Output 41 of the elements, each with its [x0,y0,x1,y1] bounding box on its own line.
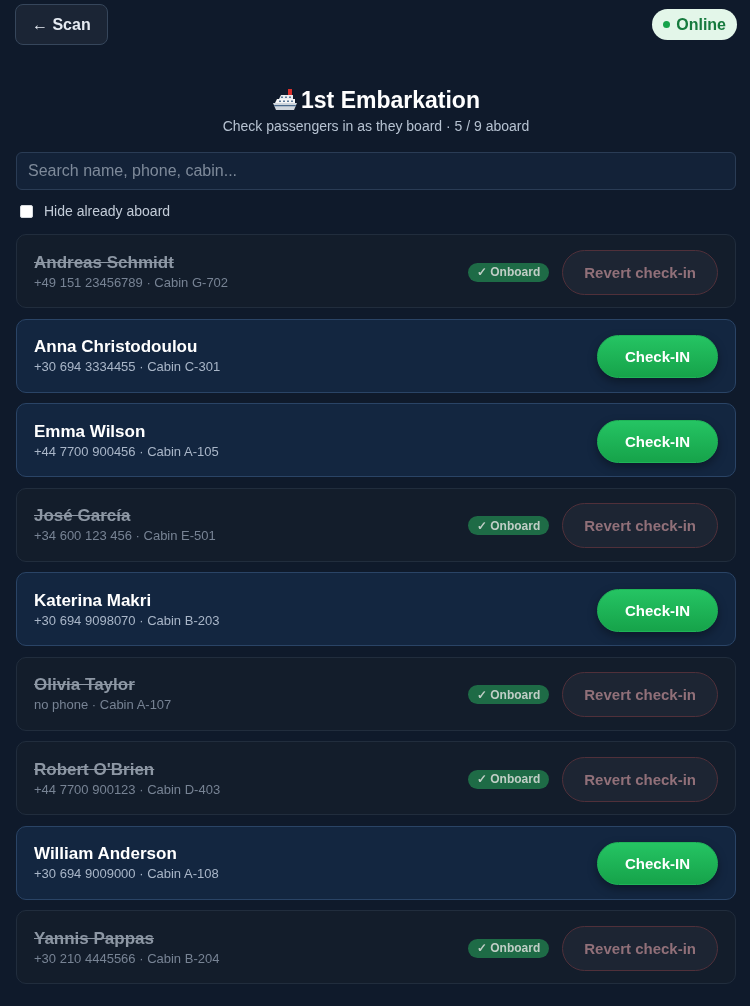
revert-check-in-button[interactable]: Revert check-in [562,925,718,971]
onboard-badge: ✓ Onboard [467,262,550,282]
passenger-name: Andreas Schmidt [34,252,175,273]
onboard-badge: ✓ Onboard [467,516,550,535]
revert-check-in-button[interactable]: Revert check-in [562,503,718,548]
check-in-button[interactable]: Check-IN [596,419,718,463]
passenger-name: Emma Wilson [34,421,147,442]
passenger-name: Yannis Pappas [34,928,155,949]
passenger-details: +34 600 123 456 · Cabin E-501 [34,527,216,545]
passenger-details: +30 694 9009000 · Cabin A-108 [34,865,219,883]
passenger-details: +30 694 3334455 · Cabin C-301 [34,358,221,376]
passenger-name: José García [34,506,132,526]
page-subtitle: Check passengers in as they board · 5 / 9 aboard [221,117,531,135]
passenger-details: +44 7700 900123 · Cabin D-403 [34,780,221,799]
passenger-details: +30 694 9098070 · Cabin B-203 [34,611,220,630]
passenger-details: +30 210 4445566 · Cabin B-204 [34,949,220,968]
check-in-button[interactable]: Check-IN [596,588,718,632]
checkbox-label[interactable]: Hide already aboard [44,203,171,219]
passenger-details: +44 7700 900456 · Cabin A-105 [34,442,219,461]
status-dot-icon [663,21,671,28]
passenger-name: Olivia Taylor [34,675,136,695]
back-button[interactable]: ← Scan [15,4,108,45]
hide-aboard-checkbox[interactable] [20,204,33,218]
revert-check-in-button[interactable]: Revert check-in [562,756,718,802]
check-in-button[interactable]: Check-IN [596,335,718,378]
passenger-details: no phone · Cabin A-107 [34,696,172,714]
onboard-badge: ✓ Onboard [467,938,550,958]
passenger-details: +49 151 23456789 · Cabin G-702 [34,273,229,292]
ship-icon [272,88,298,112]
onboard-badge: ✓ Onboard [467,685,550,704]
onboard-badge: ✓ Onboard [467,769,550,789]
revert-check-in-button[interactable]: Revert check-in [562,249,718,295]
passenger-name: Anna Christodoulou [34,337,199,357]
passenger-name: William Anderson [34,844,178,864]
page-title: 1st Embarkation [301,86,480,114]
revert-check-in-button[interactable]: Revert check-in [562,672,718,717]
check-in-button[interactable]: Check-IN [596,842,718,885]
search-field[interactable]: Search name, phone, cabin... [16,152,736,190]
passenger-name: Katerina Makri [34,590,153,611]
passenger-name: Robert O'Brien [34,759,156,780]
status-label: Online [676,15,726,34]
